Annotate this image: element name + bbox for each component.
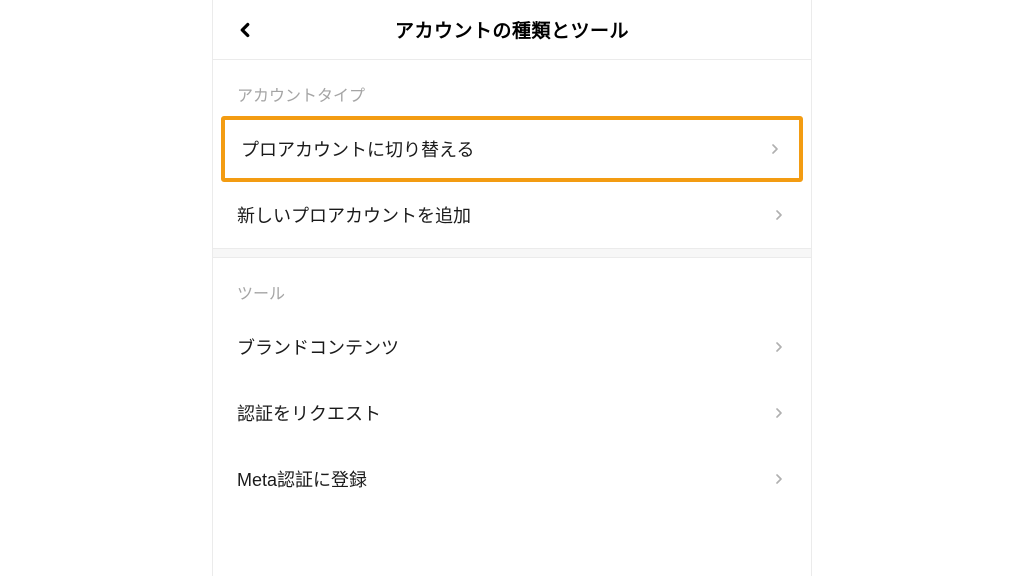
header-bar: アカウントの種類とツール [213, 0, 811, 60]
chevron-left-icon [234, 19, 256, 41]
request-verification[interactable]: 認証をリクエスト [213, 380, 811, 446]
page-title: アカウントの種類とツール [229, 16, 795, 43]
back-button[interactable] [229, 14, 261, 46]
brand-content[interactable]: ブランドコンテンツ [213, 314, 811, 380]
list-item-label: 新しいプロアカウントを追加 [237, 202, 471, 228]
meta-verified-signup[interactable]: Meta認証に登録 [213, 446, 811, 512]
list-item-label: 認証をリクエスト [237, 400, 381, 426]
switch-to-pro-account[interactable]: プロアカウントに切り替える [221, 116, 803, 182]
settings-screen: アカウントの種類とツール アカウントタイプ プロアカウントに切り替える 新しいプ… [212, 0, 812, 576]
section-header-account-type: アカウントタイプ [213, 60, 811, 116]
add-new-pro-account[interactable]: 新しいプロアカウントを追加 [213, 182, 811, 248]
section-header-tools: ツール [213, 258, 811, 314]
section-divider [213, 248, 811, 258]
list-item-label: Meta認証に登録 [237, 466, 367, 492]
chevron-right-icon [771, 207, 787, 223]
chevron-right-icon [771, 339, 787, 355]
chevron-right-icon [771, 471, 787, 487]
chevron-right-icon [767, 141, 783, 157]
list-item-label: プロアカウントに切り替える [241, 136, 474, 162]
chevron-right-icon [771, 405, 787, 421]
list-item-label: ブランドコンテンツ [237, 334, 399, 360]
